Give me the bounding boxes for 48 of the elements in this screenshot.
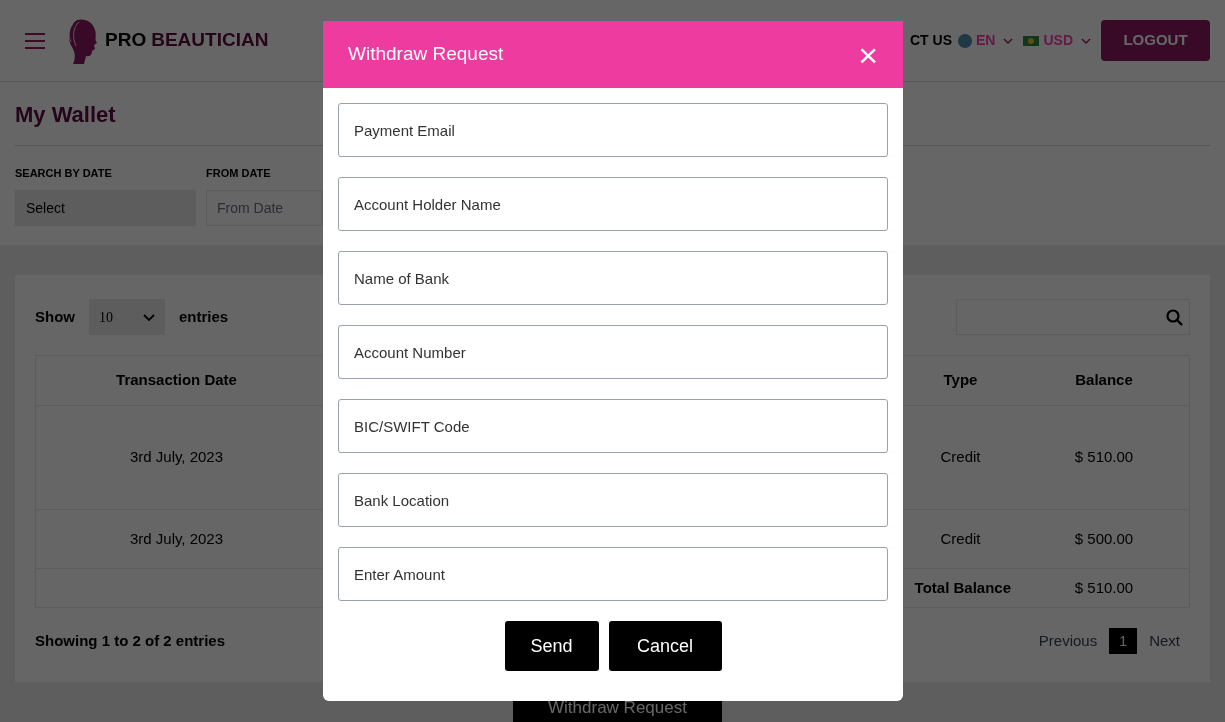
next-link[interactable]: Next [1149,629,1180,653]
table-search-field[interactable] [956,299,1190,335]
input-field[interactable]: Payment Email [338,103,888,157]
previous-link[interactable]: Previous [1038,629,1098,653]
brand-name: PRO [105,28,147,53]
input-field[interactable]: Bank Location [338,473,888,527]
chevron-down-icon [1081,37,1091,44]
input-field[interactable]: Enter Amount [338,547,888,601]
table-cell-text: Credit [940,447,981,468]
nav-link[interactable]: CT US [910,30,952,51]
language-selector[interactable]: EN [958,30,1014,51]
column-header[interactable]: Balance [1019,369,1189,392]
table-cell-text: $ 510.00 [1074,447,1134,468]
table-cell-text: $ 500.00 [1074,528,1134,549]
modal-title: Withdraw Request [348,42,504,67]
search-icon [1166,308,1183,326]
currency-selector[interactable]: USD [1023,30,1091,51]
cancel-button[interactable]: Cancel [608,621,722,671]
input-field[interactable]: BIC/SWIFT Code [338,399,888,453]
page-button[interactable]: 1 [1109,628,1138,654]
entries-label: entries [179,306,229,327]
table-cell-text: Credit [940,528,981,549]
input-field[interactable]: Account Number [338,325,888,379]
page-size-select[interactable]: 10 [89,299,165,335]
chevron-down-icon [143,313,155,321]
close-button[interactable]: × [858,37,878,72]
date-search-select[interactable]: Select [15,189,196,226]
pagination-info: Showing 1 to 2 of 2 entries [35,630,226,651]
page-title: My Wallet [15,101,116,129]
filter-label: FROM DATE [206,166,272,181]
logout-button[interactable]: LOGOUT [1101,20,1210,61]
total-value: $ 510.00 [1074,577,1134,598]
input-field[interactable]: Name of Bank [338,251,888,305]
input-field[interactable]: Account Holder Name [338,177,888,231]
show-label: Show [35,306,75,327]
filter-label: SEARCH BY DATE [15,166,113,181]
table-cell-text: 3rd July, 2023 [129,528,224,549]
from-date-field[interactable]: From Date [206,189,323,226]
send-button[interactable]: Send [504,621,599,671]
total-label: Total Balance [914,577,1011,598]
table-cell-text: 3rd July, 2023 [129,447,224,468]
brand-name: BEAUTICIAN [151,28,269,53]
globe-icon [958,33,972,48]
chevron-down-icon [1003,37,1014,44]
column-header[interactable]: Type [902,369,1019,392]
column-header[interactable]: Transaction Date [36,369,317,392]
menu-icon[interactable] [25,32,45,49]
banknote-icon [1023,35,1040,46]
